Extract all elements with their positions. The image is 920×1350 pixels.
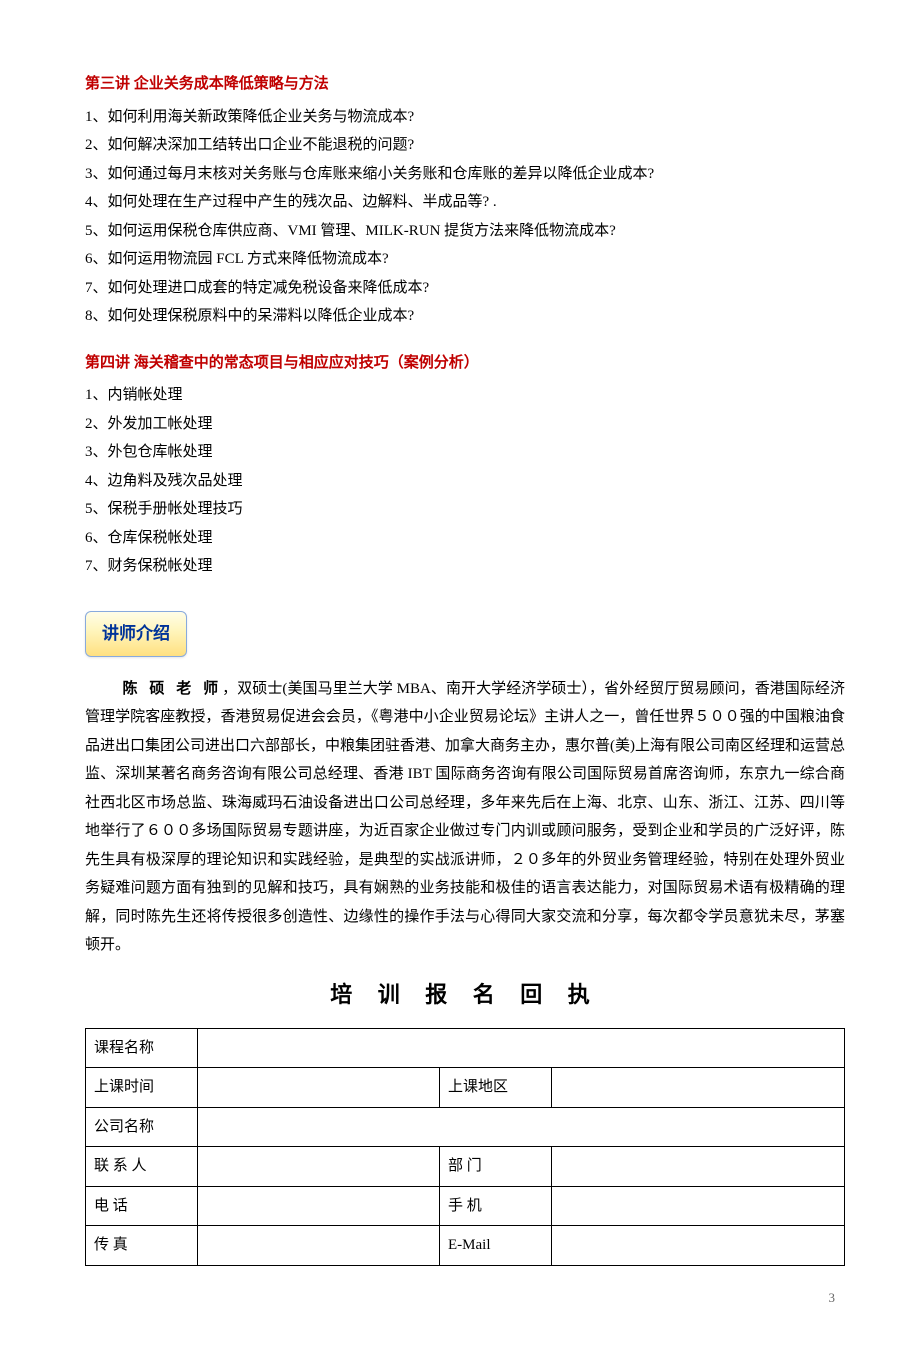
field-mobile[interactable] [552,1186,845,1226]
label-contact: 联 系 人 [86,1147,198,1187]
table-row: 电 话 手 机 [86,1186,845,1226]
label-fax: 传 真 [86,1226,198,1266]
list-item: 7、财务保税帐处理 [85,552,845,581]
label-mobile: 手 机 [440,1186,552,1226]
list-item: 1、内销帐处理 [85,381,845,410]
list-item: 8、如何处理保税原料中的呆滞料以降低企业成本? [85,302,845,331]
section-4: 第四讲 海关稽查中的常态项目与相应应对技巧（案例分析） 1、内销帐处理 2、外发… [85,349,845,581]
field-dept[interactable] [552,1147,845,1187]
label-dept: 部 门 [440,1147,552,1187]
instructor-badge: 讲师介绍 [85,611,187,657]
table-row: 上课时间 上课地区 [86,1068,845,1108]
list-item: 3、如何通过每月末核对关务账与仓库账来缩小关务账和仓库账的差异以降低企业成本? [85,160,845,189]
section-3-title: 第三讲 企业关务成本降低策略与方法 [85,70,845,99]
label-course: 课程名称 [86,1028,198,1068]
table-row: 传 真 E-Mail [86,1226,845,1266]
field-fax[interactable] [198,1226,440,1266]
list-item: 4、如何处理在生产过程中产生的残次品、边解料、半成品等? . [85,188,845,217]
label-company: 公司名称 [86,1107,198,1147]
registration-form: 课程名称 上课时间 上课地区 公司名称 联 系 人 部 门 电 话 手 机 传 … [85,1028,845,1266]
field-region[interactable] [552,1068,845,1108]
instructor-bio-text: ，双硕士(美国马里兰大学 MBA、南开大学经济学硕士），省外经贸厅贸易顾问，香港… [85,681,845,954]
label-time: 上课时间 [86,1068,198,1108]
table-row: 公司名称 [86,1107,845,1147]
list-item: 6、如何运用物流园 FCL 方式来降低物流成本? [85,245,845,274]
list-item: 7、如何处理进口成套的特定减免税设备来降低成本? [85,274,845,303]
list-item: 1、如何利用海关新政策降低企业关务与物流成本? [85,103,845,132]
field-company[interactable] [198,1107,845,1147]
page-number: 3 [85,1286,845,1311]
list-item: 4、边角料及残次品处理 [85,467,845,496]
section-3: 第三讲 企业关务成本降低策略与方法 1、如何利用海关新政策降低企业关务与物流成本… [85,70,845,331]
table-row: 课程名称 [86,1028,845,1068]
list-item: 2、外发加工帐处理 [85,410,845,439]
list-item: 2、如何解决深加工结转出口企业不能退税的问题? [85,131,845,160]
list-item: 6、仓库保税帐处理 [85,524,845,553]
instructor-name: 陈 硕 老 师 [123,681,223,697]
form-title: 培 训 报 名 回 执 [85,974,845,1016]
section-4-title: 第四讲 海关稽查中的常态项目与相应应对技巧（案例分析） [85,349,845,378]
field-phone[interactable] [198,1186,440,1226]
field-time[interactable] [198,1068,440,1108]
field-email[interactable] [552,1226,845,1266]
list-item: 5、如何运用保税仓库供应商、VMI 管理、MILK-RUN 提货方法来降低物流成… [85,217,845,246]
field-course[interactable] [198,1028,845,1068]
list-item: 5、保税手册帐处理技巧 [85,495,845,524]
field-contact[interactable] [198,1147,440,1187]
table-row: 联 系 人 部 门 [86,1147,845,1187]
label-email: E-Mail [440,1226,552,1266]
label-phone: 电 话 [86,1186,198,1226]
instructor-bio: 陈 硕 老 师，双硕士(美国马里兰大学 MBA、南开大学经济学硕士），省外经贸厅… [85,675,845,960]
list-item: 3、外包仓库帐处理 [85,438,845,467]
label-region: 上课地区 [440,1068,552,1108]
